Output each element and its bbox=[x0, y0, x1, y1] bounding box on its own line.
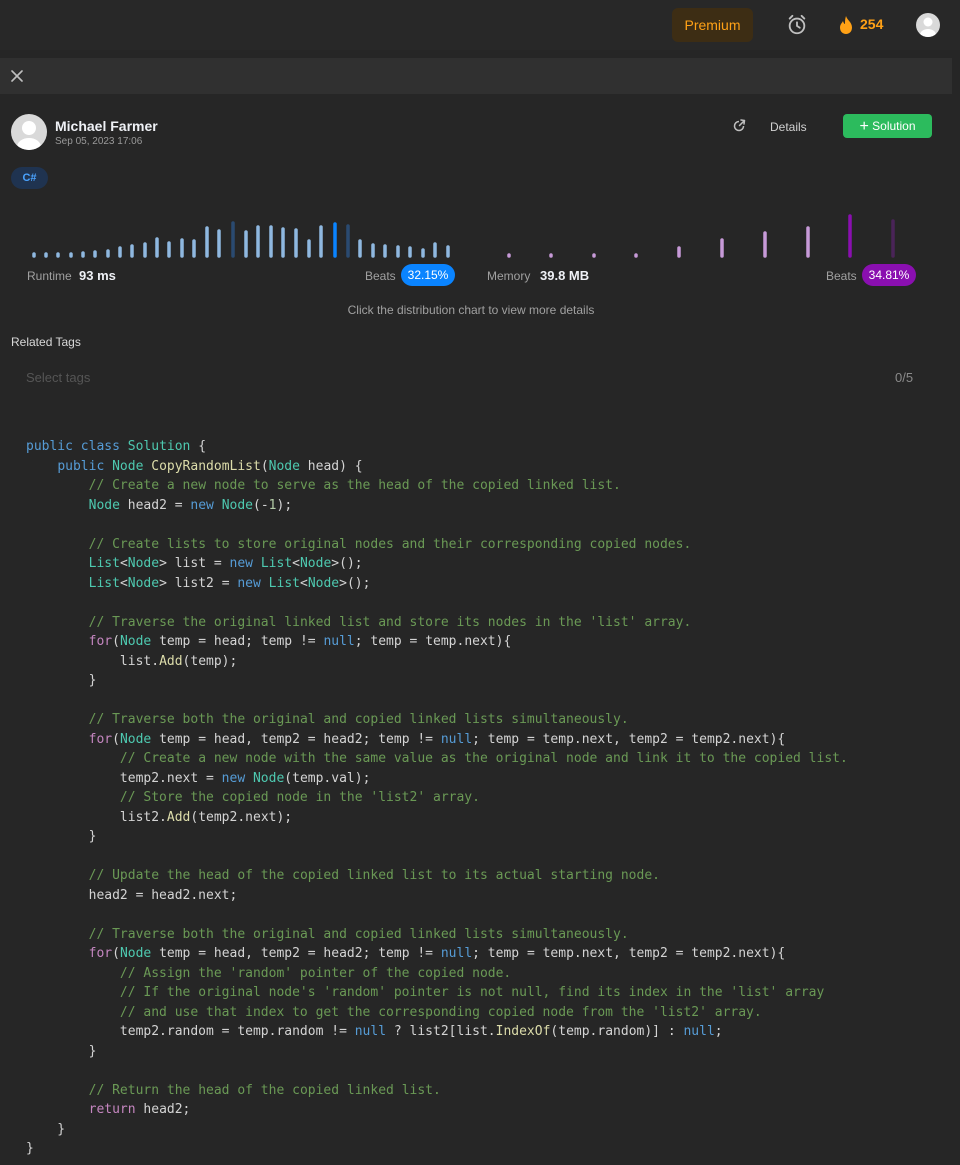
top-nav: Premium 254 bbox=[0, 0, 960, 50]
post-date: Sep 05, 2023 17:06 bbox=[55, 136, 143, 147]
memory-label: Memory bbox=[487, 269, 531, 283]
memory-beats-badge: 34.81% bbox=[862, 264, 916, 286]
memory-distribution[interactable] bbox=[507, 214, 895, 258]
author-name[interactable]: Michael Farmer bbox=[55, 118, 158, 134]
distribution-chart[interactable] bbox=[28, 210, 928, 260]
alarm-icon[interactable] bbox=[786, 14, 808, 36]
runtime-beats-label: Beats bbox=[365, 269, 396, 283]
premium-button[interactable]: Premium bbox=[672, 8, 753, 42]
tags-input[interactable]: Select tags bbox=[26, 370, 90, 385]
runtime-beats-badge: 32.15% bbox=[401, 264, 455, 286]
memory-value: 39.8 MB bbox=[540, 268, 590, 283]
close-icon[interactable] bbox=[11, 70, 23, 82]
language-tag[interactable]: C# bbox=[11, 167, 48, 189]
avatar[interactable] bbox=[916, 13, 940, 37]
tags-count: 0/5 bbox=[895, 370, 914, 385]
solution-label: Solution bbox=[872, 119, 916, 133]
related-tags-label: Related Tags bbox=[11, 335, 81, 349]
runtime-distribution[interactable] bbox=[32, 221, 450, 258]
details-button[interactable]: Details bbox=[770, 118, 807, 136]
code-block[interactable]: public class Solution { public Node Copy… bbox=[26, 437, 848, 1159]
plus-icon: + bbox=[859, 118, 869, 135]
runtime-label: Runtime bbox=[27, 269, 72, 283]
solution-panel: Michael Farmer Sep 05, 2023 17:06 Detail… bbox=[0, 50, 960, 1165]
streak-count[interactable]: 254 bbox=[860, 16, 883, 32]
share-icon[interactable] bbox=[732, 119, 746, 133]
user-icon bbox=[920, 17, 936, 37]
runtime-value: 93 ms bbox=[79, 268, 116, 283]
fire-icon bbox=[840, 16, 852, 34]
memory-beats-label: Beats bbox=[826, 269, 857, 283]
panel-header bbox=[0, 58, 952, 94]
chart-hint: Click the distribution chart to view mor… bbox=[347, 303, 595, 317]
user-icon bbox=[17, 121, 41, 150]
author-avatar[interactable] bbox=[11, 114, 47, 150]
add-solution-button[interactable]: + Solution bbox=[843, 114, 932, 138]
